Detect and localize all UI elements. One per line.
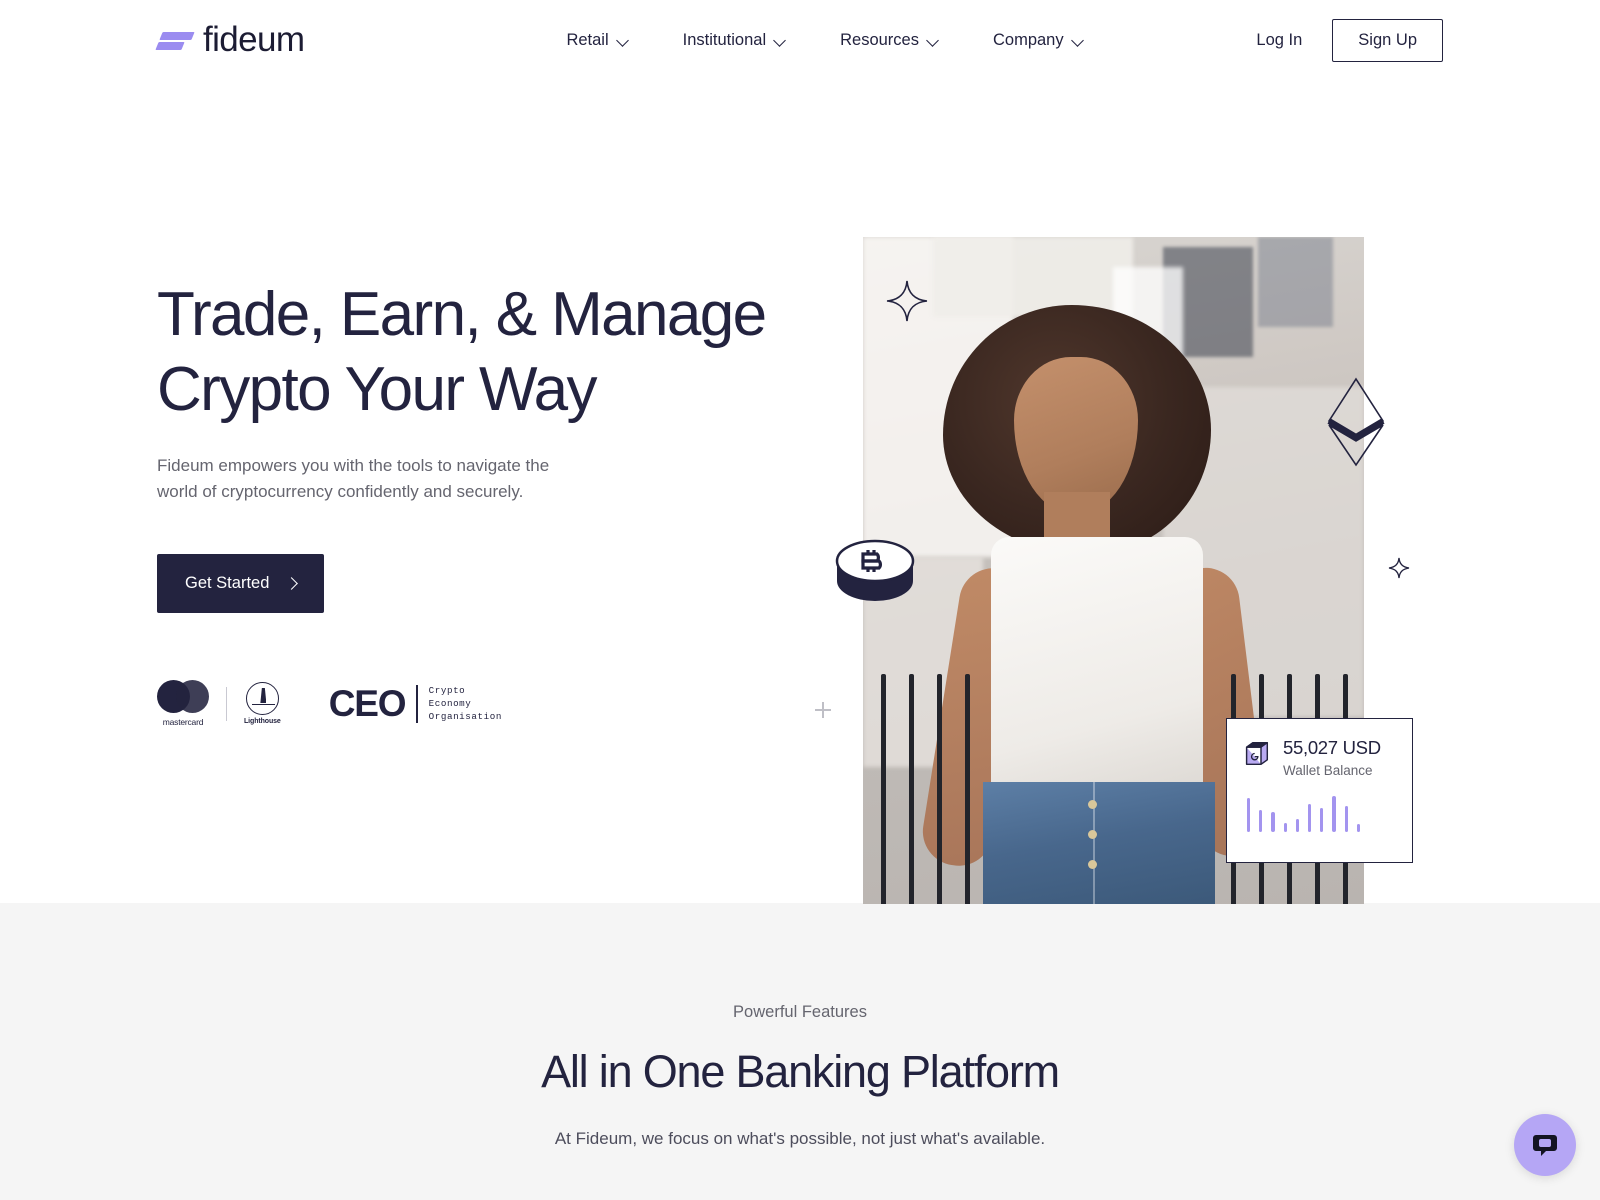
plus-decoration-icon xyxy=(815,702,831,718)
chart-bar xyxy=(1295,819,1299,832)
lighthouse-logo: Lighthouse xyxy=(244,682,281,725)
wallet-balance-card: 55,027 USD Wallet Balance xyxy=(1226,718,1413,863)
chart-bar xyxy=(1271,812,1275,832)
wallet-balance-label: Wallet Balance xyxy=(1283,763,1373,778)
chevron-down-icon xyxy=(1073,35,1084,46)
partner-logos: mastercard Lighthouse CEO Crypto Economy… xyxy=(157,680,797,727)
nav-item-institutional[interactable]: Institutional xyxy=(683,31,786,50)
wallet-card-text: 55,027 USD Wallet Balance xyxy=(1283,737,1381,778)
chevron-down-icon xyxy=(618,35,629,46)
wallet-bar-chart xyxy=(1243,794,1396,832)
mastercard-icon xyxy=(157,680,209,713)
chart-bar xyxy=(1259,810,1263,832)
ceo-line-1: Crypto xyxy=(428,685,466,696)
nav-label: Institutional xyxy=(682,30,767,49)
chat-widget-button[interactable] xyxy=(1514,1114,1576,1176)
hero-title-line-2: Crypto Your Way xyxy=(157,355,598,424)
lighthouse-label: Lighthouse xyxy=(244,718,281,725)
ceo-line-2: Economy xyxy=(428,698,472,709)
ceo-acronym: CEO xyxy=(328,683,407,724)
wallet-card-header: 55,027 USD Wallet Balance xyxy=(1243,737,1396,778)
nav-item-resources[interactable]: Resources xyxy=(840,31,939,50)
nav-item-company[interactable]: Company xyxy=(993,31,1084,50)
features-section: Powerful Features All in One Banking Pla… xyxy=(0,903,1600,1200)
chart-bar xyxy=(1307,804,1312,832)
ceo-divider xyxy=(416,684,418,723)
chevron-down-icon xyxy=(775,35,786,46)
ceo-fullname: Crypto Economy Organisation xyxy=(429,684,502,723)
chart-bar xyxy=(1247,798,1251,832)
logo-divider xyxy=(226,686,227,721)
nav-label: Resources xyxy=(840,30,919,49)
hero-copy: Trade, Earn, & Manage Crypto Your Way Fi… xyxy=(157,277,797,727)
signup-button[interactable]: Sign Up xyxy=(1332,18,1443,62)
features-eyebrow: Powerful Features xyxy=(733,1003,867,1021)
chart-bar xyxy=(1356,824,1360,832)
wallet-amount: 55,027 USD xyxy=(1283,737,1381,758)
brand-logo[interactable]: fideum xyxy=(155,20,305,60)
features-subtitle: At Fideum, we focus on what's possible, … xyxy=(554,1129,1046,1148)
login-link[interactable]: Log In xyxy=(1256,31,1302,50)
page-title: Trade, Earn, & Manage Crypto Your Way xyxy=(157,277,797,427)
get-started-button[interactable]: Get Started xyxy=(157,554,325,613)
chart-bar xyxy=(1283,823,1287,832)
sparkle-small-icon xyxy=(1388,557,1410,579)
chat-bubble-icon xyxy=(1533,1135,1557,1156)
header-actions: Log In Sign Up xyxy=(1256,18,1443,62)
hero-subtitle: Fideum empowers you with the tools to na… xyxy=(157,456,550,501)
lighthouse-icon xyxy=(245,682,279,715)
nav-label: Company xyxy=(992,30,1064,49)
chart-bar xyxy=(1320,808,1324,832)
get-started-label: Get Started xyxy=(185,574,270,592)
chart-bar xyxy=(1332,796,1336,832)
chevron-right-icon xyxy=(285,576,299,590)
main-navigation: Retail Institutional Resources Company xyxy=(566,31,1083,50)
hero-section: Trade, Earn, & Manage Crypto Your Way Fi… xyxy=(0,80,1600,904)
mastercard-label: mastercard xyxy=(162,717,204,727)
chart-bar xyxy=(1344,806,1348,832)
ceo-logo: CEO Crypto Economy Organisation xyxy=(329,684,502,723)
wallet-icon xyxy=(1245,741,1269,766)
partner-group-mastercard-lighthouse: mastercard Lighthouse xyxy=(157,680,281,727)
hero-title-line-1: Trade, Earn, & Manage xyxy=(157,280,767,349)
fideum-logo-icon xyxy=(155,27,195,53)
features-title: All in One Banking Platform xyxy=(541,1046,1060,1097)
brand-name: fideum xyxy=(203,20,305,59)
site-header: fideum Retail Institutional Resources Co… xyxy=(0,0,1600,80)
mastercard-logo: mastercard xyxy=(157,680,209,727)
nav-label: Retail xyxy=(566,30,609,49)
nav-item-retail[interactable]: Retail xyxy=(566,31,628,50)
ceo-line-3: Organisation xyxy=(428,711,502,722)
chevron-down-icon xyxy=(928,35,939,46)
